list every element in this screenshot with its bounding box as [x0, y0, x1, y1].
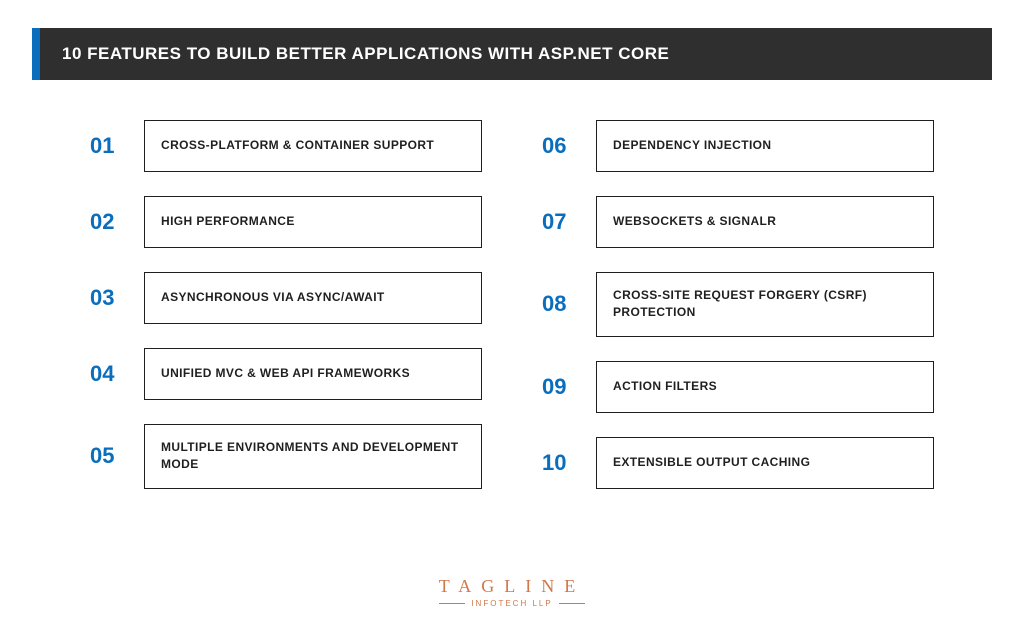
feature-box: EXTENSIBLE OUTPUT CACHING [596, 437, 934, 489]
feature-number: 10 [542, 437, 580, 489]
feature-label: UNIFIED MVC & WEB API FRAMEWORKS [161, 365, 410, 382]
feature-number: 08 [542, 272, 580, 337]
feature-label: HIGH PERFORMANCE [161, 213, 295, 230]
footer-logo: TAGLINE INFOTECH LLP [0, 576, 1024, 608]
header: 10 FEATURES TO BUILD BETTER APPLICATIONS… [0, 28, 1024, 80]
feature-number: 04 [90, 348, 128, 400]
feature-label: ACTION FILTERS [613, 378, 717, 395]
header-bar: 10 FEATURES TO BUILD BETTER APPLICATIONS… [40, 28, 992, 80]
feature-label: ASYNCHRONOUS VIA ASYNC/AWAIT [161, 289, 385, 306]
feature-box: DEPENDENCY INJECTION [596, 120, 934, 172]
feature-number: 09 [542, 361, 580, 413]
feature-label: MULTIPLE ENVIRONMENTS AND DEVELOPMENT MO… [161, 439, 465, 474]
feature-item: 08 CROSS-SITE REQUEST FORGERY (CSRF) PRO… [542, 272, 934, 337]
feature-item: 07 WEBSOCKETS & SIGNALR [542, 196, 934, 248]
feature-number: 01 [90, 120, 128, 172]
feature-number: 02 [90, 196, 128, 248]
feature-box: CROSS-PLATFORM & CONTAINER SUPPORT [144, 120, 482, 172]
header-accent-bar [32, 28, 40, 80]
feature-number: 07 [542, 196, 580, 248]
feature-item: 09 ACTION FILTERS [542, 361, 934, 413]
feature-box: HIGH PERFORMANCE [144, 196, 482, 248]
content: 01 CROSS-PLATFORM & CONTAINER SUPPORT 02… [0, 80, 1024, 489]
feature-label: DEPENDENCY INJECTION [613, 137, 771, 154]
feature-box: ASYNCHRONOUS VIA ASYNC/AWAIT [144, 272, 482, 324]
feature-item: 02 HIGH PERFORMANCE [90, 196, 482, 248]
logo-line-left [439, 603, 465, 604]
feature-box: UNIFIED MVC & WEB API FRAMEWORKS [144, 348, 482, 400]
feature-item: 03 ASYNCHRONOUS VIA ASYNC/AWAIT [90, 272, 482, 324]
feature-item: 06 DEPENDENCY INJECTION [542, 120, 934, 172]
feature-label: WEBSOCKETS & SIGNALR [613, 213, 776, 230]
feature-item: 05 MULTIPLE ENVIRONMENTS AND DEVELOPMENT… [90, 424, 482, 489]
feature-box: WEBSOCKETS & SIGNALR [596, 196, 934, 248]
feature-label: CROSS-PLATFORM & CONTAINER SUPPORT [161, 137, 434, 154]
logo-sub-text: INFOTECH LLP [471, 599, 552, 608]
feature-number: 03 [90, 272, 128, 324]
logo-main-text: TAGLINE [0, 576, 1024, 597]
feature-item: 01 CROSS-PLATFORM & CONTAINER SUPPORT [90, 120, 482, 172]
feature-number: 06 [542, 120, 580, 172]
feature-item: 10 EXTENSIBLE OUTPUT CACHING [542, 437, 934, 489]
right-column: 06 DEPENDENCY INJECTION 07 WEBSOCKETS & … [542, 120, 934, 489]
page-title: 10 FEATURES TO BUILD BETTER APPLICATIONS… [62, 44, 970, 64]
feature-label: CROSS-SITE REQUEST FORGERY (CSRF) PROTEC… [613, 287, 917, 322]
feature-item: 04 UNIFIED MVC & WEB API FRAMEWORKS [90, 348, 482, 400]
feature-number: 05 [90, 424, 128, 489]
feature-box: CROSS-SITE REQUEST FORGERY (CSRF) PROTEC… [596, 272, 934, 337]
feature-box: MULTIPLE ENVIRONMENTS AND DEVELOPMENT MO… [144, 424, 482, 489]
logo-line-right [559, 603, 585, 604]
feature-box: ACTION FILTERS [596, 361, 934, 413]
left-column: 01 CROSS-PLATFORM & CONTAINER SUPPORT 02… [90, 120, 482, 489]
feature-label: EXTENSIBLE OUTPUT CACHING [613, 454, 810, 471]
logo-sub-wrapper: INFOTECH LLP [0, 599, 1024, 608]
